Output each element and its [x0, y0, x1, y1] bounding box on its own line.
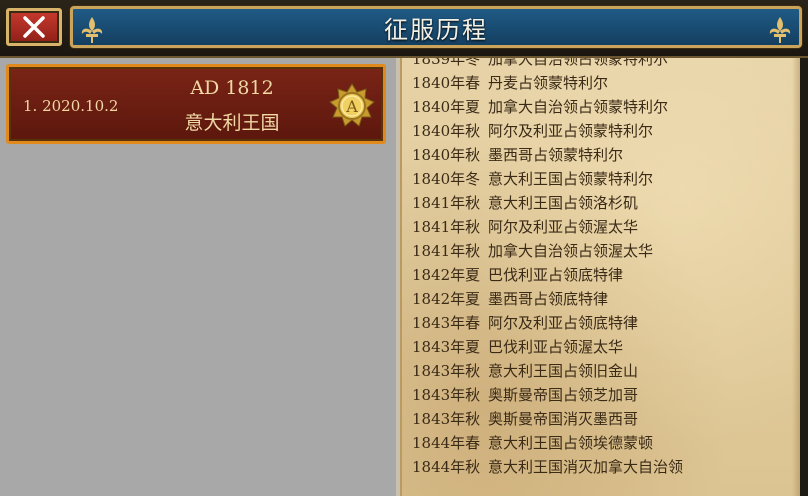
history-item: 1843年秋 奥斯曼帝国消灭墨西哥 — [412, 407, 792, 431]
history-item: 1843年秋 奥斯曼帝国占领芝加哥 — [412, 383, 792, 407]
history-item: 1840年夏 加拿大自治领占领蒙特利尔 — [412, 95, 792, 119]
history-event: 加拿大自治领占领蒙特利尔 — [488, 58, 669, 68]
fleur-de-lis-icon — [769, 17, 791, 43]
history-time: 1843年春 — [412, 314, 481, 332]
history-time: 1844年春 — [412, 434, 481, 452]
fleur-de-lis-icon — [81, 17, 103, 43]
history-event: 巴伐利亚占领渥太华 — [488, 338, 624, 356]
history-time: 1840年冬 — [412, 170, 481, 188]
history-time: 1841年秋 — [412, 218, 481, 236]
history-item: 1843年春 阿尔及利亚占领底特律 — [412, 311, 792, 335]
history-time: 1842年夏 — [412, 266, 481, 284]
record-country: 意大利王国 — [184, 112, 280, 134]
header: 征服历程 — [0, 0, 808, 58]
history-item: 1843年秋 意大利王国占领旧金山 — [412, 359, 792, 383]
history-event: 奥斯曼帝国消灭墨西哥 — [488, 410, 639, 428]
history-event: 意大利王国占领蒙特利尔 — [488, 170, 654, 188]
history-time: 1841年秋 — [412, 194, 481, 212]
history-time: 1843年秋 — [412, 386, 481, 404]
history-event: 意大利王国消灭加拿大自治领 — [488, 458, 684, 476]
history-time: 1842年夏 — [412, 290, 481, 308]
record-date: 1. 2020.10.2 — [23, 97, 119, 115]
history-item: 1840年秋 阿尔及利亚占领蒙特利尔 — [412, 119, 792, 143]
history-time: 1839年冬 — [412, 58, 481, 68]
history-time: 1843年夏 — [412, 338, 481, 356]
title-bar: 征服历程 — [70, 6, 802, 48]
history-panel[interactable]: 1839年冬 加拿大自治领占领蒙特利尔 1840年春 丹麦占领蒙特利尔 1840年夏 加拿… — [400, 58, 802, 496]
history-event: 阿尔及利亚占领蒙特利尔 — [488, 122, 654, 140]
history-time: 1840年秋 — [412, 122, 481, 140]
record-card[interactable]: 1. 2020.10.2 AD 1812 意大利王国 A — [6, 64, 386, 144]
history-item: 1843年夏 巴伐利亚占领渥太华 — [412, 335, 792, 359]
history-event: 阿尔及利亚占领底特律 — [488, 314, 639, 332]
history-item: 1839年冬 加拿大自治领占领蒙特利尔 — [412, 58, 792, 71]
window-edge — [800, 58, 808, 496]
history-event: 意大利王国占领洛杉矶 — [488, 194, 639, 212]
history-event: 墨西哥占领底特律 — [488, 290, 609, 308]
history-item: 1840年冬 意大利王国占领蒙特利尔 — [412, 167, 792, 191]
history-list: 1839年冬 加拿大自治领占领蒙特利尔 1840年春 丹麦占领蒙特利尔 1840年夏 加拿… — [412, 58, 792, 479]
history-item: 1841年秋 加拿大自治领占领渥太华 — [412, 239, 792, 263]
history-event: 意大利王国占领埃德蒙顿 — [488, 434, 654, 452]
history-item: 1840年春 丹麦占领蒙特利尔 — [412, 71, 792, 95]
record-year: AD 1812 — [190, 77, 274, 99]
history-time: 1844年秋 — [412, 458, 481, 476]
history-time: 1843年秋 — [412, 362, 481, 380]
close-icon — [23, 16, 45, 38]
history-time: 1843年秋 — [412, 410, 481, 428]
history-event: 阿尔及利亚占领渥太华 — [488, 218, 639, 236]
history-event: 加拿大自治领占领渥太华 — [488, 242, 654, 260]
history-item: 1844年秋 意大利王国消灭加拿大自治领 — [412, 455, 792, 479]
history-event: 意大利王国占领旧金山 — [488, 362, 639, 380]
history-event: 丹麦占领蒙特利尔 — [488, 74, 609, 92]
page-title: 征服历程 — [384, 15, 488, 44]
history-event: 奥斯曼帝国占领芝加哥 — [488, 386, 639, 404]
history-time: 1840年秋 — [412, 146, 481, 164]
history-item: 1841年秋 意大利王国占领洛杉矶 — [412, 191, 792, 215]
history-item: 1844年春 意大利王国占领埃德蒙顿 — [412, 431, 792, 455]
history-item: 1842年夏 墨西哥占领底特律 — [412, 287, 792, 311]
history-event: 巴伐利亚占领底特律 — [488, 266, 624, 284]
history-time: 1841年秋 — [412, 242, 481, 260]
history-item: 1840年秋 墨西哥占领蒙特利尔 — [412, 143, 792, 167]
history-item: 1842年夏 巴伐利亚占领底特律 — [412, 263, 792, 287]
medal-letter: A — [345, 97, 358, 116]
history-event: 加拿大自治领占领蒙特利尔 — [488, 98, 669, 116]
gold-star-medal-icon: A — [329, 83, 375, 127]
history-event: 墨西哥占领蒙特利尔 — [488, 146, 624, 164]
close-button[interactable] — [6, 8, 62, 46]
history-item: 1841年秋 阿尔及利亚占领渥太华 — [412, 215, 792, 239]
history-time: 1840年春 — [412, 74, 481, 92]
history-time: 1840年夏 — [412, 98, 481, 116]
records-panel: 1. 2020.10.2 AD 1812 意大利王国 A — [0, 58, 400, 496]
